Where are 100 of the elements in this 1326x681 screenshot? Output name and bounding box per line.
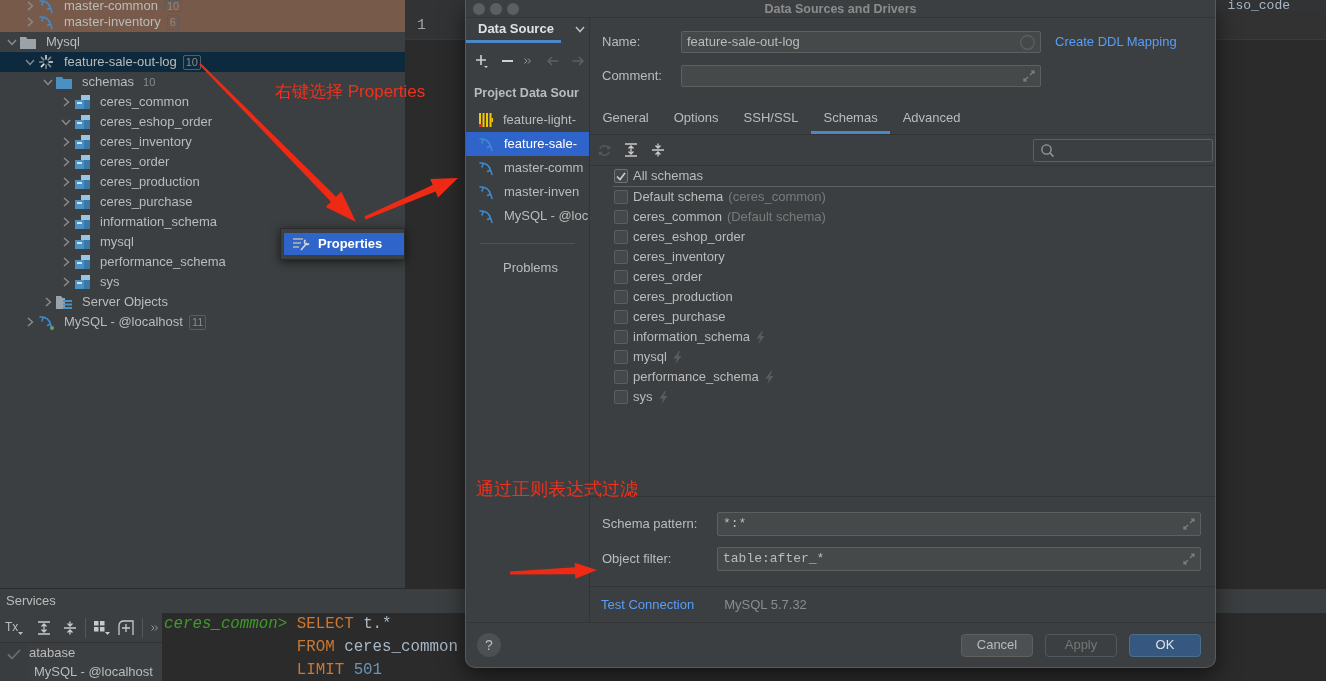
tree-item[interactable]: feature-sale-out-log 10 bbox=[0, 52, 405, 72]
circle-icon[interactable] bbox=[1020, 34, 1035, 50]
checkbox[interactable] bbox=[614, 350, 628, 364]
tree-item[interactable]: Server Objects bbox=[0, 292, 174, 312]
window-button[interactable] bbox=[490, 2, 502, 15]
expand-icon[interactable] bbox=[1183, 518, 1195, 530]
collapse-all-icon[interactable] bbox=[63, 620, 78, 635]
checkbox[interactable] bbox=[614, 370, 628, 384]
checkbox-label[interactable]: ceres_eshop_order bbox=[633, 229, 746, 245]
tree-item[interactable]: schemas 10 bbox=[0, 72, 165, 92]
menu-item[interactable]: Properties bbox=[284, 233, 404, 255]
tab[interactable]: General bbox=[590, 104, 662, 134]
tab[interactable]: Advanced bbox=[890, 104, 973, 134]
tree-item[interactable]: MySQL - @localhost 11 bbox=[0, 312, 213, 332]
problems-item[interactable]: Problems bbox=[503, 260, 558, 276]
chevron-right-icon[interactable] bbox=[62, 137, 70, 147]
tab[interactable]: Options bbox=[661, 104, 732, 134]
datasource-item[interactable]: feature-light- bbox=[466, 108, 589, 132]
expand-icon[interactable] bbox=[1183, 553, 1195, 565]
collapse-all-icon[interactable] bbox=[651, 143, 665, 157]
service-tree-item[interactable]: MySQL - @localhost bbox=[28, 662, 153, 681]
chevron-down-icon[interactable] bbox=[7, 38, 17, 46]
expand-all-icon[interactable] bbox=[37, 620, 52, 635]
tree-item[interactable]: information_schema bbox=[0, 212, 224, 232]
name-field[interactable]: feature-sale-out-log bbox=[681, 31, 1041, 53]
checkbox-label[interactable]: Default schema bbox=[633, 189, 724, 205]
checkbox-label[interactable]: ceres_inventory bbox=[633, 249, 725, 265]
datasource-item[interactable]: MySQL - @loc bbox=[466, 204, 589, 228]
more-icon[interactable] bbox=[151, 624, 159, 631]
chevron-down-icon[interactable] bbox=[61, 118, 71, 126]
add-panel-icon[interactable] bbox=[118, 619, 135, 636]
transaction-mode-button[interactable]: Tx bbox=[5, 620, 24, 635]
object-filter-field[interactable]: table:after_* bbox=[717, 547, 1201, 571]
tree-item[interactable]: master-common 10 bbox=[0, 0, 405, 12]
chevron-right-icon[interactable] bbox=[26, 317, 34, 327]
help-button[interactable]: ? bbox=[477, 633, 501, 657]
tree-item[interactable]: Mysql bbox=[0, 32, 86, 52]
sidebar-tab[interactable]: Data Source bbox=[466, 21, 561, 43]
chevron-down-icon[interactable] bbox=[43, 78, 53, 86]
datasource-item[interactable]: feature-sale- bbox=[466, 132, 589, 156]
chevron-right-icon[interactable] bbox=[26, 17, 34, 27]
chevron-right-icon[interactable] bbox=[26, 1, 34, 11]
chevron-right-icon[interactable] bbox=[62, 237, 70, 247]
comment-field[interactable] bbox=[681, 65, 1041, 87]
checkbox[interactable] bbox=[614, 390, 628, 404]
checkbox[interactable] bbox=[614, 250, 628, 264]
tree-item[interactable]: ceres_production bbox=[0, 172, 206, 192]
tab[interactable]: Schemas bbox=[811, 104, 891, 134]
service-tree-item[interactable]: atabase bbox=[28, 643, 153, 662]
tree-item[interactable]: mysql bbox=[0, 232, 140, 252]
tree-item[interactable]: ceres_order bbox=[0, 152, 176, 172]
expand-icon[interactable] bbox=[1023, 70, 1035, 82]
chevron-right-icon[interactable] bbox=[62, 157, 70, 167]
chevron-down-icon[interactable] bbox=[25, 58, 35, 66]
chevron-right-icon[interactable] bbox=[62, 177, 70, 187]
chevron-right-icon[interactable] bbox=[62, 277, 70, 287]
link[interactable]: Test Connection bbox=[601, 596, 695, 613]
tree-item[interactable]: ceres_purchase bbox=[0, 192, 199, 212]
checkbox-label[interactable]: ceres_common bbox=[633, 209, 722, 225]
dialog-button[interactable]: OK bbox=[1129, 633, 1201, 657]
chevron-right-icon[interactable] bbox=[62, 197, 70, 207]
tree-item[interactable]: ceres_common bbox=[0, 92, 195, 112]
arrow-right-icon[interactable] bbox=[572, 56, 584, 66]
link[interactable]: Create DDL Mapping bbox=[1055, 34, 1177, 50]
checkbox-label[interactable]: performance_schema bbox=[633, 369, 759, 385]
chevron-down-icon[interactable] bbox=[575, 26, 585, 33]
grid-icon[interactable] bbox=[94, 620, 111, 635]
checkbox-label[interactable]: sys bbox=[633, 389, 653, 405]
more-icon[interactable] bbox=[524, 58, 531, 64]
checkbox[interactable] bbox=[614, 190, 628, 204]
checkbox-label[interactable]: All schemas bbox=[633, 168, 704, 184]
checkbox-label[interactable]: ceres_purchase bbox=[633, 309, 726, 325]
arrow-left-icon[interactable] bbox=[547, 56, 559, 66]
tab[interactable]: SSH/SSL bbox=[731, 104, 811, 134]
chevron-right-icon[interactable] bbox=[44, 297, 52, 307]
search-field[interactable] bbox=[1033, 138, 1213, 162]
checkbox[interactable] bbox=[614, 210, 628, 224]
dialog-button[interactable]: Cancel bbox=[961, 633, 1033, 657]
checkbox-label[interactable]: ceres_order bbox=[633, 269, 703, 285]
refresh-icon[interactable] bbox=[598, 143, 611, 157]
checkbox[interactable] bbox=[614, 270, 628, 284]
expand-all-icon[interactable] bbox=[624, 143, 638, 157]
add-icon[interactable] bbox=[475, 54, 489, 68]
tree-item[interactable]: performance_schema bbox=[0, 252, 232, 272]
chevron-right-icon[interactable] bbox=[62, 257, 70, 267]
checkbox-label[interactable]: mysql bbox=[633, 349, 667, 365]
check-icon[interactable] bbox=[7, 649, 21, 660]
tree-item[interactable]: ceres_eshop_order bbox=[0, 112, 219, 132]
schema-pattern-field[interactable]: *:* bbox=[717, 512, 1201, 536]
tree-item[interactable]: sys bbox=[0, 272, 126, 292]
checkbox-label[interactable]: information_schema bbox=[633, 329, 751, 345]
window-button[interactable] bbox=[507, 2, 519, 15]
checkbox[interactable] bbox=[614, 169, 628, 183]
checkbox-label[interactable]: ceres_production bbox=[633, 289, 733, 305]
datasource-item[interactable]: master-inven bbox=[466, 180, 589, 204]
chevron-right-icon[interactable] bbox=[62, 217, 70, 227]
checkbox[interactable] bbox=[614, 230, 628, 244]
tree-item[interactable]: ceres_inventory bbox=[0, 132, 198, 152]
datasource-item[interactable]: master-comm bbox=[466, 156, 589, 180]
checkbox[interactable] bbox=[614, 310, 628, 324]
